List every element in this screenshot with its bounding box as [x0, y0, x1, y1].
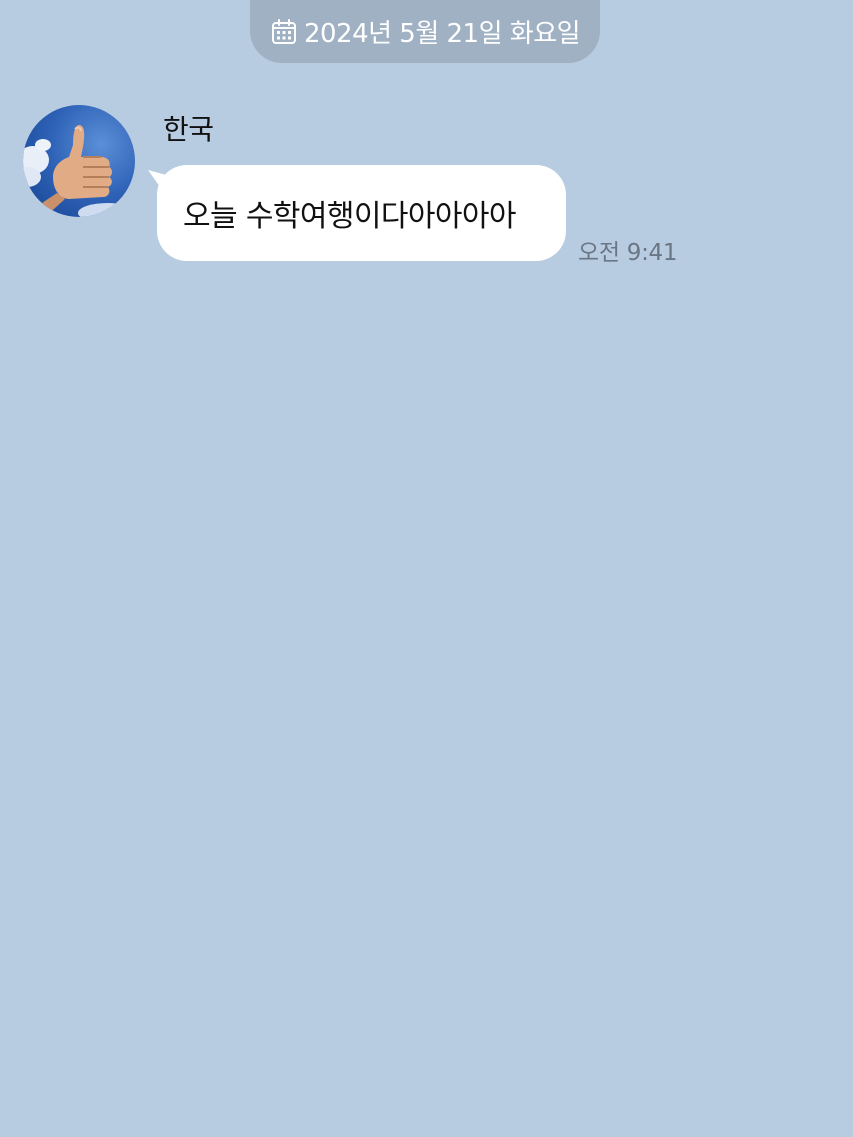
- chat-area[interactable]: 2024년 5월 21일 화요일 한국 오늘 수학여행이다아아아아 오전 9:4…: [0, 0, 853, 1137]
- message-bubble[interactable]: 오늘 수학여행이다아아아아: [157, 165, 566, 261]
- date-divider: 2024년 5월 21일 화요일: [250, 0, 600, 63]
- message-text: 오늘 수학여행이다아아아아: [183, 199, 517, 234]
- date-divider-text: 2024년 5월 21일 화요일: [303, 19, 581, 49]
- thumbs-up-photo: [23, 105, 135, 217]
- avatar[interactable]: [23, 105, 135, 217]
- message-time: 오전 9:41: [578, 240, 678, 266]
- calendar-icon: [271, 18, 296, 44]
- sender-name: 한국: [163, 113, 214, 146]
